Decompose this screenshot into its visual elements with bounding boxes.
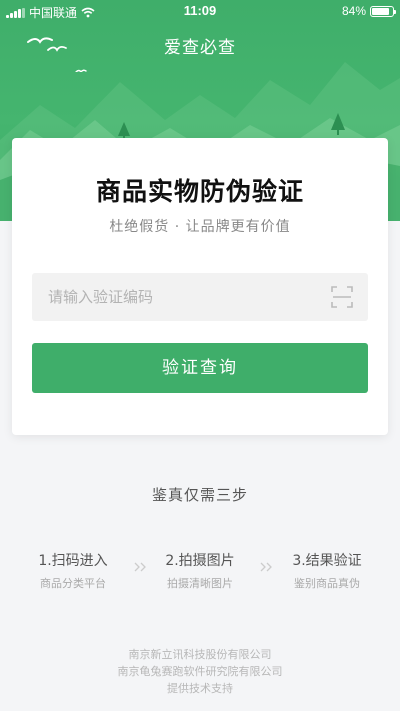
verify-query-button[interactable]: 验证查询 bbox=[32, 343, 368, 393]
steps-row: 1.扫码进入 商品分类平台 2.拍摄图片 拍摄清晰图片 3.结果验证 鉴别商品真… bbox=[0, 550, 400, 590]
code-input-box bbox=[32, 273, 368, 321]
footer-company-1: 南京新立讯科技股份有限公司 bbox=[128, 648, 272, 661]
page: 中国联通 11:09 84% 爱查必查 商品实物防伪验证 杜绝假货 · 让品牌更… bbox=[0, 0, 400, 711]
step-desc: 鉴别商品真伪 bbox=[294, 577, 360, 590]
footer: 南京新立讯科技股份有限公司 南京龟兔赛跑软件研究院有限公司 提供技术支持 bbox=[0, 646, 400, 697]
card-title: 商品实物防伪验证 bbox=[95, 177, 304, 206]
battery-percent: 84% bbox=[341, 4, 366, 18]
step-name: 3.结果验证 bbox=[292, 553, 362, 569]
step-item: 2.拍摄图片 拍摄清晰图片 bbox=[145, 550, 255, 591]
app-title: 爱查必查 bbox=[164, 38, 236, 58]
status-bar: 中国联通 11:09 84% bbox=[0, 0, 400, 22]
step-name: 2.拍摄图片 bbox=[165, 553, 235, 569]
steps-title: 鉴真仅需三步 bbox=[151, 486, 248, 504]
step-desc: 商品分类平台 bbox=[40, 577, 106, 590]
verification-card: 商品实物防伪验证 杜绝假货 · 让品牌更有价值 验证查询 bbox=[12, 138, 388, 435]
step-name: 1.扫码进入 bbox=[38, 553, 108, 569]
battery-fill bbox=[372, 7, 389, 15]
battery-icon bbox=[370, 5, 396, 17]
step-desc: 拍摄清晰图片 bbox=[167, 577, 233, 590]
footer-support: 提供技术支持 bbox=[167, 682, 233, 695]
step-item: 1.扫码进入 商品分类平台 bbox=[18, 550, 128, 591]
verification-code-input[interactable] bbox=[32, 273, 322, 321]
status-right: 84% bbox=[341, 4, 396, 18]
step-item: 3.结果验证 鉴别商品真伪 bbox=[272, 550, 382, 591]
scan-frame-icon[interactable] bbox=[330, 285, 354, 309]
status-time: 11:09 bbox=[183, 3, 217, 18]
card-subtitle: 杜绝假货 · 让品牌更有价值 bbox=[109, 219, 291, 235]
footer-company-2: 南京龟兔赛跑软件研究院有限公司 bbox=[117, 665, 283, 678]
